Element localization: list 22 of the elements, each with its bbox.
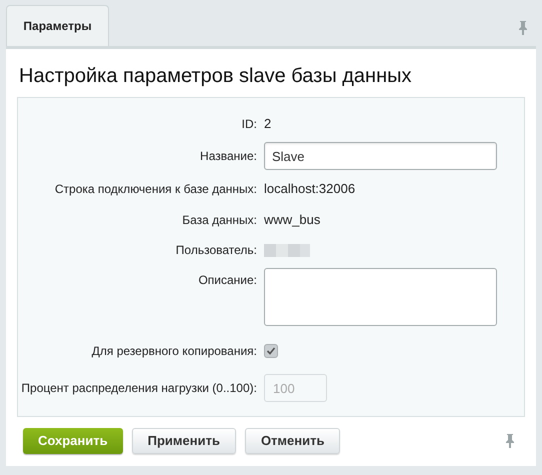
pin-icon[interactable]: [518, 20, 528, 36]
pin-icon[interactable]: [505, 433, 515, 449]
field-label: Строка подключения к базе данных:: [54, 180, 257, 198]
field-value: 2: [264, 114, 272, 133]
description-field[interactable]: [264, 268, 497, 326]
field-label: Пользователь:: [174, 242, 257, 259]
field-label: ID:: [240, 116, 257, 132]
checkmark-icon: [266, 346, 276, 356]
field-value: localhost:32006: [264, 180, 356, 198]
field-label: Название:: [199, 148, 257, 165]
action-button[interactable]: Отменить: [244, 428, 340, 454]
input-field[interactable]: Slave: [264, 142, 497, 170]
field-label: Описание:: [197, 272, 257, 289]
field-label: Для резервного копирования:: [90, 343, 257, 360]
redacted-value: [264, 244, 310, 256]
field-label: База данных:: [181, 212, 257, 228]
page-title: Настройка параметров slave базы данных: [19, 64, 413, 89]
action-button[interactable]: Применить: [132, 428, 236, 454]
checkbox[interactable]: [264, 344, 278, 358]
field-value: www_bus: [264, 210, 320, 229]
field-label: Процент распределения нагрузки (0..100):: [20, 380, 257, 397]
tab[interactable]: Параметры: [6, 5, 109, 46]
